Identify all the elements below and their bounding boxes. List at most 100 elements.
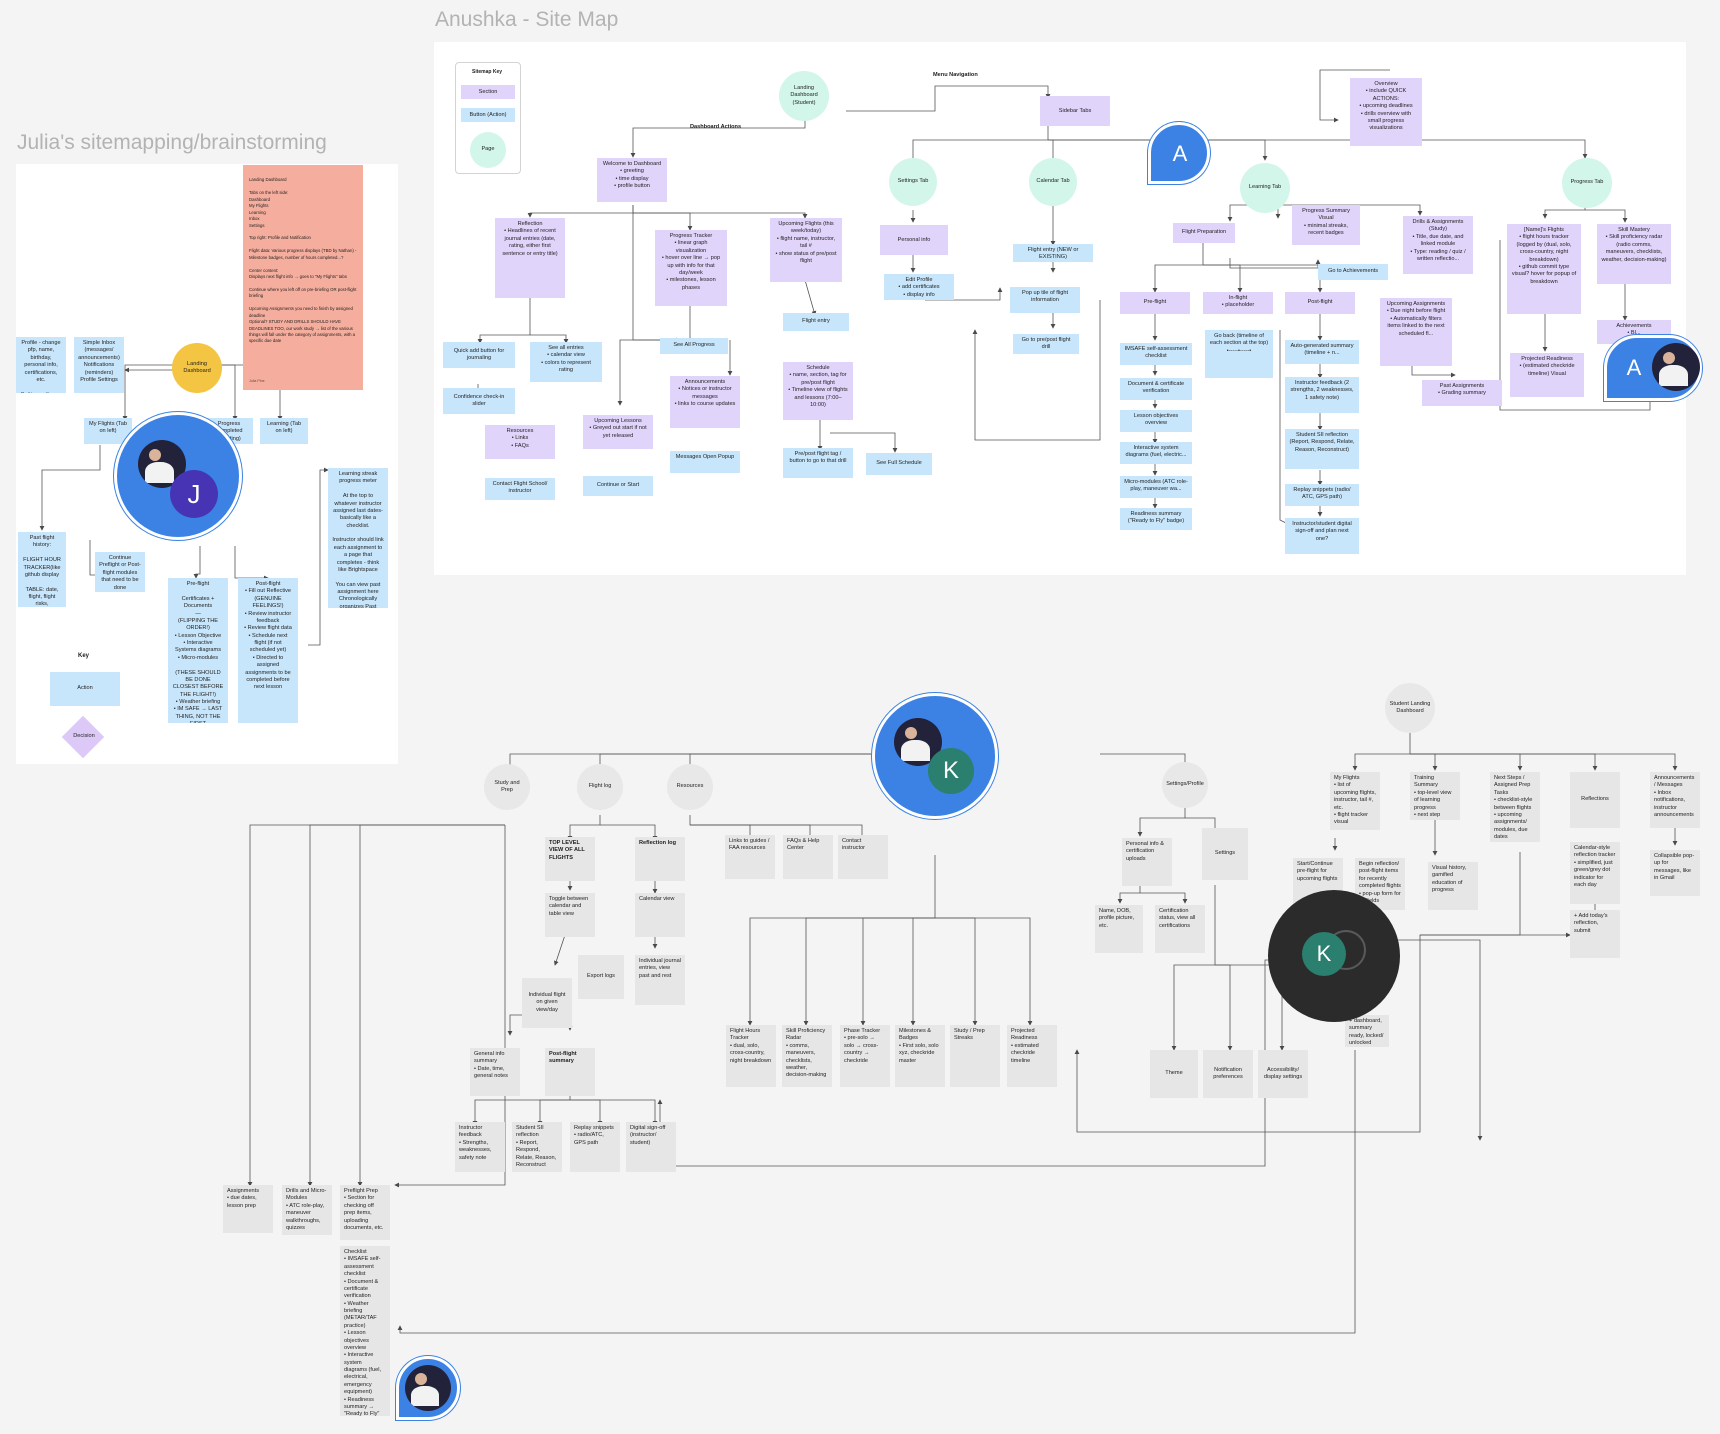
key-page: Page <box>470 132 506 168</box>
julia-learning-tab[interactable]: Learning (Tab on left) <box>260 418 308 444</box>
page-landing-dashboard[interactable]: Landing Dashboard (Student) <box>779 71 829 121</box>
progress-summary-section: Progress Summary Visual • minimal streak… <box>1292 205 1360 245</box>
certification-status: Certification status, view all certifica… <box>1155 905 1205 953</box>
micro-modules-button[interactable]: Micro-modules (ATC role-play, maneuver w… <box>1120 476 1192 498</box>
menu-navigation-label: Menu Navigation <box>933 72 978 78</box>
progress-tracker-section: Progress Tracker • linear graph visualiz… <box>655 230 727 306</box>
page-calendar-tab[interactable]: Calendar Tab <box>1029 158 1077 206</box>
grey-instructor-feedback: Instructor feedback • Strengths, weaknes… <box>455 1122 505 1172</box>
contact-instructor: Contact instructor <box>838 835 888 879</box>
page-settings-tab[interactable]: Settings Tab <box>889 158 937 206</box>
replay-snippets-button[interactable]: Replay snippets (radio/ ATC, GPS path) <box>1285 484 1359 506</box>
go-to-achievements-button[interactable]: Go to Achievements <box>1318 264 1388 280</box>
flight-entry-new-button[interactable]: Flight entry (NEW or EXISTING) <box>1013 244 1093 262</box>
document-verification-button[interactable]: Document & certificate verification <box>1120 378 1192 400</box>
sticky-text: Landing Dashboard Tabs on the left side:… <box>249 177 357 344</box>
next-steps-tasks: Next Steps / Assigned Prep Tasks • check… <box>1490 772 1540 842</box>
julia-learning-streak: Learning streak progress meter At the to… <box>328 468 388 608</box>
flight-log-circle[interactable]: Flight log <box>577 764 623 810</box>
export-logs: Export logs <box>578 955 624 999</box>
go-back-timeline-button[interactable]: Go back (timeline of each section at the… <box>1205 330 1273 378</box>
theme-box: Theme <box>1150 1050 1198 1098</box>
digital-signoff-button[interactable]: Instructor/student digital sign-off and … <box>1285 518 1359 554</box>
faqs-help: FAQs & Help Center <box>783 835 833 879</box>
upcoming-assignments-section: Upcoming Assignments • Due night before … <box>1380 298 1452 366</box>
individual-flight: Individual flight on given view/day <box>522 978 572 1028</box>
grey-digital-signoff: Digital sign-off (instructor/ student) <box>626 1122 676 1172</box>
see-all-progress-button[interactable]: See All Progress <box>660 338 728 354</box>
schedule-section: Schedule • name, section, tag for pre/po… <box>783 362 853 420</box>
announcements-section: Announcements • Notices or instructor me… <box>670 376 740 428</box>
flight-entry-button[interactable]: Flight entry <box>783 313 849 331</box>
grey-projected-readiness: Projected Readiness • estimated checkrid… <box>1007 1025 1057 1087</box>
drills-micro-modules: Drills and Micro-Modules • ATC role-play… <box>282 1185 332 1235</box>
links-guides: Links to guides / FAA resources <box>725 835 775 879</box>
reflections-box: Reflections <box>1570 772 1620 828</box>
landing-dashboard-sticky-note: Landing Dashboard Tabs on the left side:… <box>243 165 363 390</box>
flight-hours-tracker: Flight Hours Tracker • dual, solo, cross… <box>726 1025 776 1087</box>
julia-landing-dashboard[interactable]: Landing Dashboard <box>172 343 222 393</box>
cursor-a-photo-label: A <box>1612 346 1656 390</box>
individual-journal-entries: Individual journal entries, view past an… <box>635 955 685 1005</box>
go-prepost-drill-button[interactable]: Go to pre/post flight drill <box>1013 334 1079 354</box>
study-prep-circle[interactable]: Study and Prep <box>484 764 530 810</box>
dashboard-summary-note: + dashboard, summary ready, locked/ unlo… <box>1345 1015 1389 1047</box>
toggle-views: Toggle between calendar and table view <box>545 893 595 937</box>
reflection-log: Reflection log <box>635 837 685 881</box>
skill-mastery-section: Skill Mastery • Skill proficiency radar … <box>1597 224 1671 284</box>
confidence-slider-button[interactable]: Confidence check-in slider <box>443 388 515 414</box>
page-learning-tab[interactable]: Learning Tab <box>1240 163 1290 213</box>
settings-profile-circle[interactable]: Settings/Profile <box>1162 762 1208 808</box>
julia-continue-preflight: Continue Preflight or Post-flight module… <box>95 552 145 592</box>
student-si-reflection-button[interactable]: Student SII reflection (Report, Respond,… <box>1285 429 1359 469</box>
readiness-summary-button[interactable]: Readiness summary ("Ready to Fly" badge) <box>1120 508 1192 530</box>
projected-readiness-section: Projected Readiness • (estimated checkri… <box>1510 353 1584 397</box>
contact-flight-school-button[interactable]: Contact Flight School/ instructor <box>485 478 555 500</box>
popup-tile-button[interactable]: Pop up tile of flight information <box>1010 287 1080 313</box>
imsafe-checklist-button[interactable]: IMSAFE self-assessment checklist <box>1120 343 1192 365</box>
edit-profile-button[interactable]: Edit Profile • add certificates • displa… <box>884 274 954 300</box>
julia-profile-settings: Profile - change pfp, name, birthday, pe… <box>16 337 66 393</box>
preflight-prep: Preflight Prep • Section for checking of… <box>340 1185 390 1240</box>
grey-replay-snippets: Replay snippets • radio/ATC, GPS path <box>570 1122 620 1172</box>
continue-start-button[interactable]: Continue or Start <box>583 476 653 496</box>
cursor-a-label: A <box>1157 131 1203 177</box>
add-today-reflection: + Add today's reflection, submit <box>1570 910 1620 958</box>
personal-info-section: Personal info <box>880 225 948 255</box>
upcoming-flights-section: Upcoming Flights (this week/today) • fli… <box>770 218 842 282</box>
julia-preflight: Pre-flight Certificates + Documents — (F… <box>168 578 228 723</box>
interactive-diagrams-button[interactable]: Interactive system diagrams (fuel, elect… <box>1120 442 1192 464</box>
sticky-author: Julia Pine <box>249 378 265 383</box>
dashboard-actions-label: Dashboard Actions <box>690 124 742 130</box>
messages-popup-button[interactable]: Messages Open Popup <box>670 451 740 473</box>
drills-assignments-section: Drills & Assignments (Study) • Title, du… <box>1403 216 1473 274</box>
julia-postflight: Post-flight • Fill out Reflective (GENUI… <box>238 578 298 723</box>
notification-preferences: Notification preferences <box>1203 1050 1253 1098</box>
reflection-section: Reflection • Headlines of recent journal… <box>495 218 565 298</box>
auto-generated-summary-button[interactable]: Auto-generated summary (timeline + n... <box>1285 340 1359 364</box>
phase-tracker: Phase Tracker • pre-solo → solo → cross-… <box>840 1025 890 1087</box>
prepost-tag-button[interactable]: Pre/post flight tag / button to go to th… <box>783 448 853 478</box>
sidebar-tabs: Sidebar Tabs <box>1040 96 1110 126</box>
postflight-summary: Post-flight summary <box>545 1048 595 1096</box>
julia-key-decision: Decision <box>73 733 95 739</box>
julia-key-action: Action <box>50 672 120 706</box>
milestones-badges: Milestones & Badges • First solo, solo x… <box>895 1025 945 1087</box>
calendar-view: Calendar view <box>635 893 685 937</box>
general-info-summary: General info summary • Date, time, gener… <box>470 1048 520 1096</box>
page-progress-tab[interactable]: Progress Tab <box>1562 158 1612 208</box>
avatar-bottom-photo <box>405 1365 451 1411</box>
quick-add-journal-button[interactable]: Quick add button for journaling <box>443 342 515 368</box>
see-all-entries-button[interactable]: See all entries • calendar view • colors… <box>530 342 602 382</box>
instructor-feedback-button[interactable]: Instructor feedback (2 strengths, 2 weak… <box>1285 377 1359 413</box>
lesson-objectives-button[interactable]: Lesson objectives overview <box>1120 410 1192 432</box>
collapsible-popup: Collapsible pop-up for messages, like in… <box>1650 850 1700 896</box>
student-landing-dashboard[interactable]: Student Landing Dashboard <box>1385 683 1435 733</box>
resources-circle[interactable]: Resources <box>667 764 713 810</box>
calendar-style-tracker: Calendar-style reflection tracker • simp… <box>1570 842 1620 904</box>
key-button: Button (Action) <box>461 108 515 122</box>
pre-flight-section: Pre-flight <box>1120 292 1190 314</box>
see-full-schedule-button[interactable]: See Full Schedule <box>866 453 932 475</box>
grey-assignments: Assignments • due dates, lesson prep <box>223 1185 273 1233</box>
past-assignments-section: Past Assignments • Grading summary <box>1422 380 1502 406</box>
